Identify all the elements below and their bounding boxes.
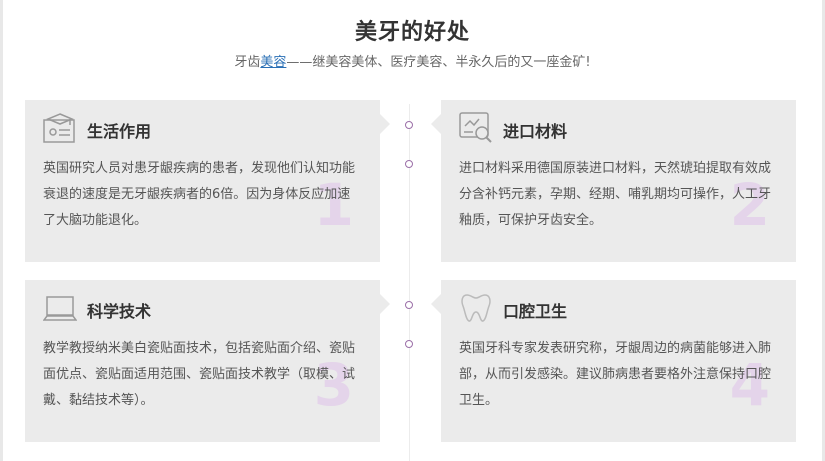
card-title: 生活作用 [87, 122, 152, 141]
benefit-card-technology: 科学技术 教学教授纳米美白瓷贴面技术，包括瓷贴面介绍、瓷贴面优点、瓷贴面适用范围… [25, 280, 390, 442]
timeline-dot [405, 121, 413, 129]
card-pointer [380, 114, 390, 134]
timeline-dot [405, 160, 413, 168]
card-text: 进口材料采用德国原装进口材料，天然琥珀提取有效成分含补钙元素，孕期、经期、哺乳期… [459, 161, 772, 228]
card-text: 教学教授纳米美白瓷贴面技术，包括瓷贴面介绍、瓷贴面优点、瓷贴面适用范围、瓷贴面技… [43, 341, 356, 408]
section-title: 美牙的好处 [354, 20, 470, 45]
benefit-card-oral-hygiene: 口腔卫生 英国牙科专家发表研究称，牙龈周边的病菌能够进入肺部，从而引发感染。建议… [431, 280, 796, 442]
card-title: 科学技术 [87, 302, 152, 321]
card-pointer [431, 114, 441, 134]
card-text: 英国牙科专家发表研究称，牙龈周边的病菌能够进入肺部，从而引发感染。建议肺病患者要… [459, 341, 772, 408]
certificate-icon [43, 112, 77, 144]
benefit-card-life: 生活作用 英国研究人员对患牙龈疾病的患者，发现他们认知功能衰退的速度是无牙龈疾病… [25, 100, 390, 262]
timeline-dot [405, 340, 413, 348]
material-search-icon [459, 112, 493, 144]
laptop-icon [42, 292, 78, 324]
subtitle-suffix: ——继美容美体、医疗美容、半永久后的又一座金矿! [286, 55, 591, 70]
card-title: 进口材料 [503, 122, 568, 141]
card-pointer [431, 294, 441, 314]
timeline-line [409, 104, 410, 461]
beauty-link[interactable]: 美容 [260, 55, 286, 70]
card-text: 英国研究人员对患牙龈疾病的患者，发现他们认知功能衰退的速度是无牙龈疾病者的6倍。… [43, 161, 356, 228]
benefit-card-material: 进口材料 进口材料采用德国原装进口材料，天然琥珀提取有效成分含补钙元素，孕期、经… [431, 100, 796, 262]
card-pointer [380, 294, 390, 314]
subtitle-prefix: 牙齿 [234, 55, 261, 70]
timeline-dot [405, 301, 413, 309]
section-subtitle: 牙齿美容——继美容美体、医疗美容、半永久后的又一座金矿! [0, 51, 825, 70]
card-title: 口腔卫生 [503, 302, 568, 321]
tooth-icon [459, 292, 493, 324]
